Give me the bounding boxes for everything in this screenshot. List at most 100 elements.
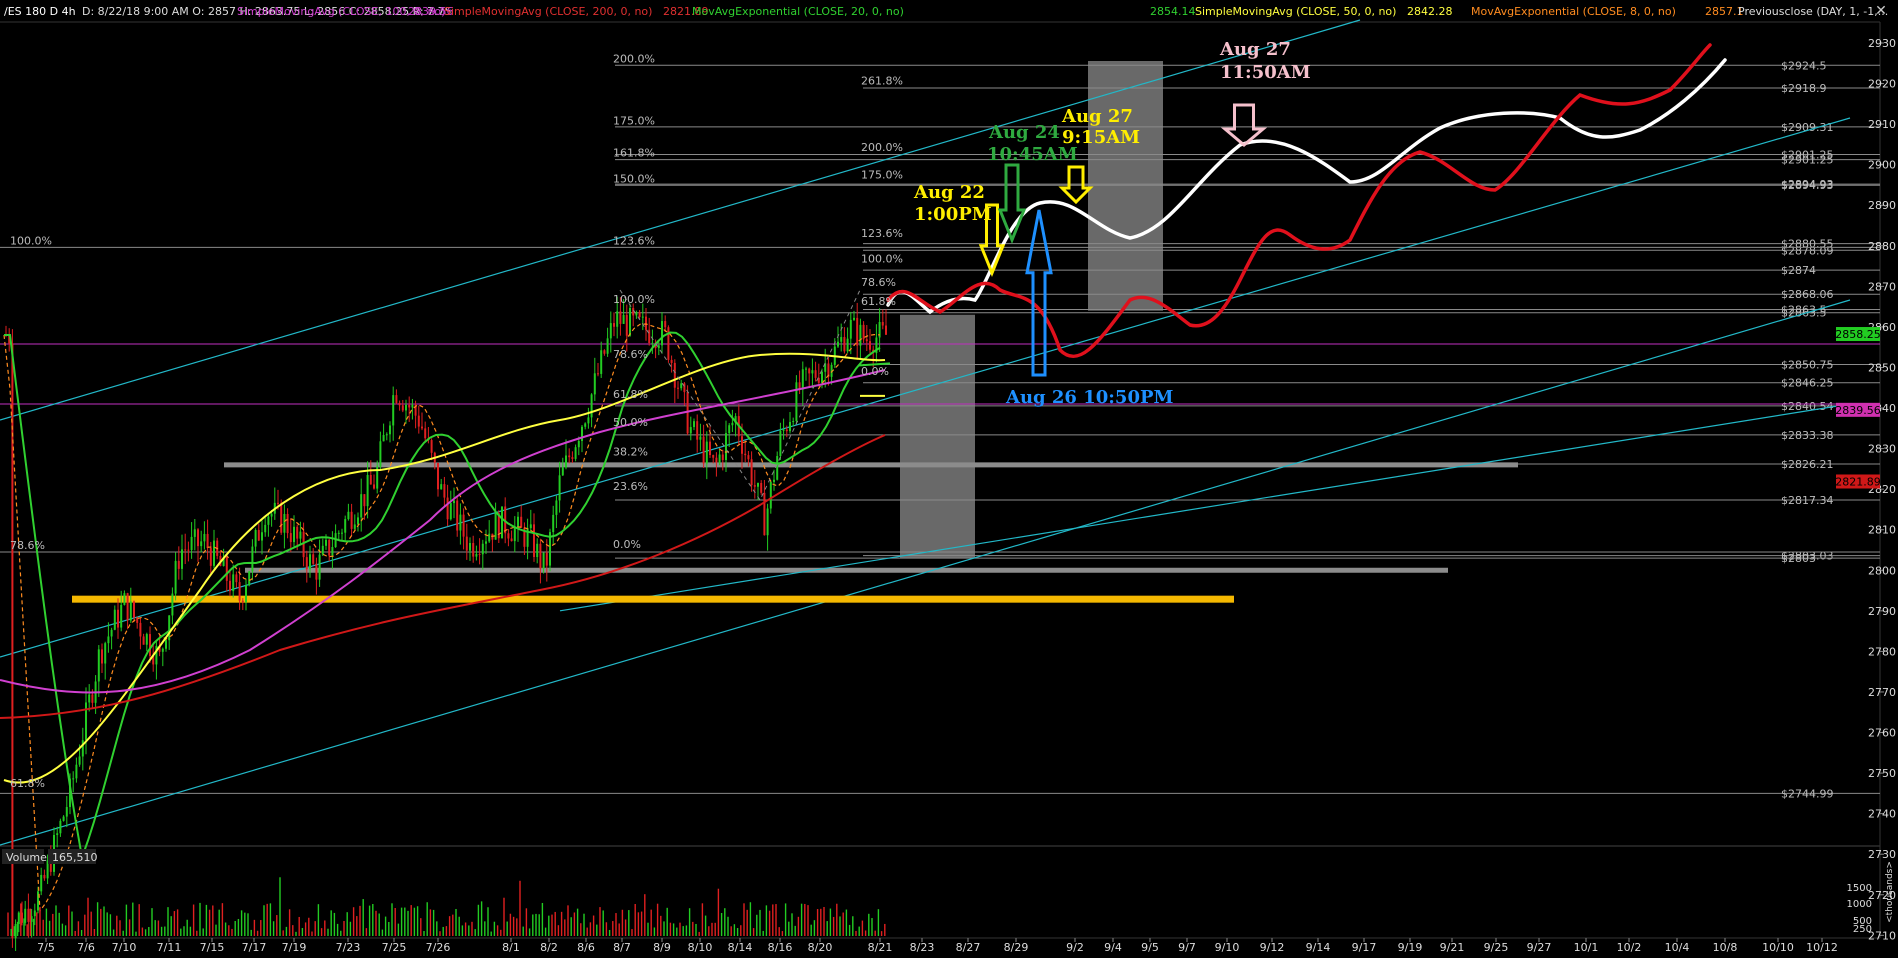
candle-body [286, 513, 289, 534]
time-box [1088, 61, 1163, 311]
up-arrow-icon [1025, 209, 1053, 377]
candle-body [398, 402, 401, 406]
x-tick-label: 9/12 [1260, 941, 1285, 954]
candle-body [257, 530, 260, 541]
candle-body [437, 462, 439, 490]
candle-body [571, 457, 574, 459]
candle-body [318, 554, 321, 580]
candle-body [321, 545, 324, 555]
fib-label: 200.0% [861, 141, 903, 154]
candle-body [254, 530, 257, 547]
candle-body [776, 456, 779, 480]
y-tick-label: 2930 [1868, 37, 1896, 50]
candle-body [373, 484, 375, 489]
candle-body [357, 517, 359, 525]
candle-body [795, 382, 798, 422]
candle-body [613, 323, 615, 327]
candle-body [229, 580, 231, 592]
candle-body [859, 324, 862, 346]
x-tick-label: 7/11 [157, 941, 182, 954]
y-tick-label: 2800 [1868, 564, 1896, 577]
candle-body [453, 500, 455, 504]
candle-body [331, 547, 334, 556]
y-tick-label: 2810 [1868, 524, 1896, 537]
candle-body [277, 502, 279, 504]
candle-body [837, 341, 839, 347]
candle-body [88, 694, 91, 703]
candle-body [616, 311, 619, 327]
candle-body [619, 311, 622, 324]
candle-body [862, 324, 865, 340]
price-chart[interactable]: $2924.5$2918.9$2909.31$2901.25$2901.25$2… [0, 0, 1898, 958]
candle-body [574, 447, 577, 459]
candle-body [430, 440, 433, 453]
candle-body [622, 314, 625, 324]
x-tick-label: 8/2 [540, 941, 558, 954]
candle-body [200, 541, 203, 547]
candle-body [581, 426, 583, 442]
fib-label: 61.8% [613, 388, 648, 401]
candle-body [85, 702, 87, 741]
candle-body [110, 629, 113, 637]
candle-body [337, 532, 340, 534]
x-tick-label: 9/14 [1306, 941, 1331, 954]
x-tick-label: 8/9 [653, 941, 671, 954]
x-tick-label: 8/23 [910, 941, 935, 954]
candle-body [597, 373, 599, 375]
x-tick-label: 8/16 [768, 941, 793, 954]
candle-body [449, 503, 452, 520]
x-tick-label: 8/27 [956, 941, 981, 954]
candle-body [766, 508, 769, 536]
candle-body [782, 429, 785, 431]
candle-body [440, 484, 443, 490]
candle-body [405, 404, 407, 411]
candle-body [565, 455, 567, 468]
price-level-label: $2850.75 [1781, 358, 1834, 371]
x-tick-label: 8/10 [688, 941, 713, 954]
study-value: 2842.28 [1407, 5, 1453, 18]
candle-body [350, 511, 353, 529]
candle-body [856, 317, 859, 346]
candle-body [174, 560, 177, 594]
volume-label: Volume [6, 851, 47, 864]
candle-body [245, 585, 247, 603]
price-badge-label: 2858.25 [1835, 328, 1881, 341]
candle-body [299, 531, 302, 539]
candle-body [635, 312, 638, 316]
candle-body [341, 532, 343, 534]
candle-body [869, 341, 871, 350]
candle-body [757, 482, 759, 487]
x-tick-label: 8/6 [577, 941, 595, 954]
study-label: Previousclose (DAY, 1, -1,... [1738, 5, 1888, 18]
close-icon[interactable]: ✕ [1872, 2, 1890, 20]
candle-body [600, 350, 603, 374]
candle-body [129, 601, 132, 621]
volume-pane: Volume 165,51015001000500250<thousands> [2, 849, 1895, 936]
y-tick-label: 2880 [1868, 240, 1896, 253]
y-tick-label: 2730 [1868, 848, 1896, 861]
candle-body [728, 425, 731, 434]
price-level-label: $2846.25 [1781, 377, 1834, 390]
candle-body [392, 395, 395, 426]
candle-body [517, 516, 519, 528]
candle-body [696, 421, 699, 440]
symbol-label[interactable]: /ES 180 D 4h [4, 5, 76, 18]
x-tick-label: 7/6 [77, 941, 95, 954]
candle-body [213, 540, 215, 566]
candle-body [670, 359, 673, 363]
candle-body [261, 532, 263, 541]
candle-body [421, 426, 423, 429]
y-tick-label: 2890 [1868, 199, 1896, 212]
y-tick-label: 2750 [1868, 767, 1896, 780]
fib-label: 50.0% [613, 416, 648, 429]
candle-body [177, 560, 180, 569]
candle-body [805, 368, 807, 370]
sma100-line [0, 369, 886, 694]
candle-body [584, 423, 587, 427]
candle-body [731, 422, 734, 426]
fib-label: 38.2% [613, 445, 648, 458]
fib-label: 100.0% [861, 253, 903, 266]
price-level-label: $2744.99 [1781, 787, 1834, 800]
volume-value: 165,510 [52, 851, 98, 864]
candle-body [741, 436, 743, 454]
